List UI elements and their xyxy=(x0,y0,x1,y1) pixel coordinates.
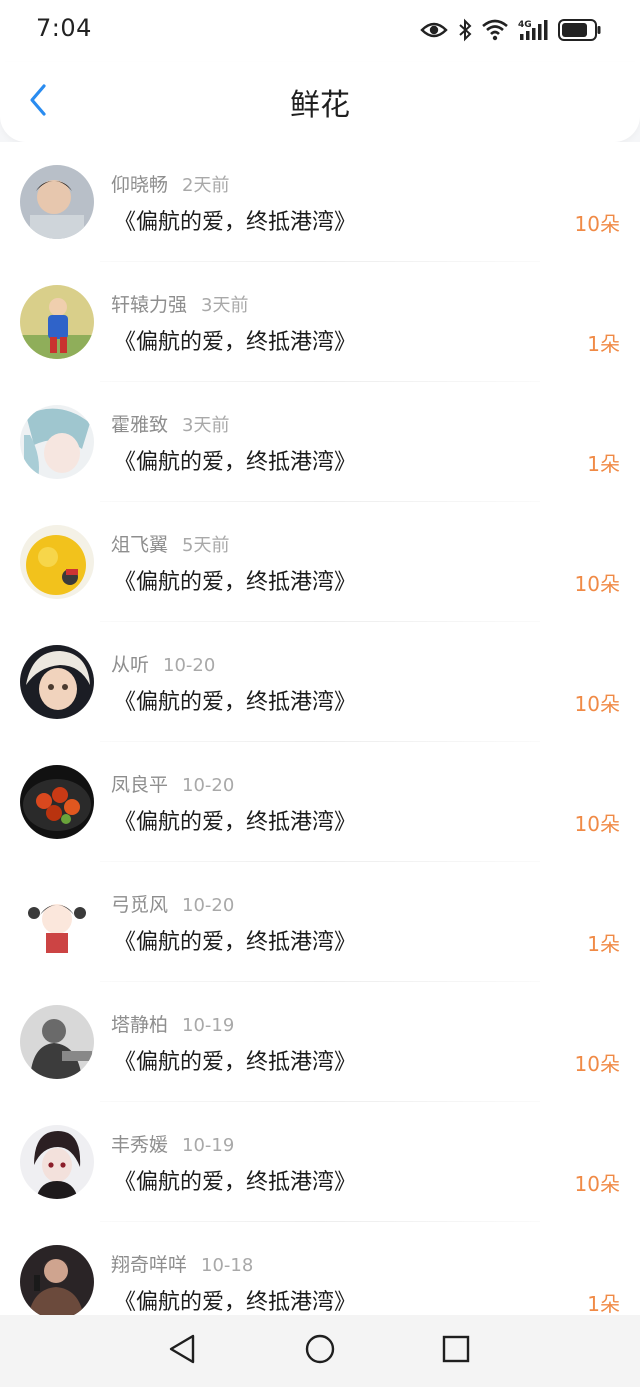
flower-count: 1朵 xyxy=(587,452,620,476)
timestamp: 10-18 xyxy=(201,1255,254,1276)
wifi-icon xyxy=(482,19,508,41)
list-item[interactable]: 塔静柏 10-19 《偏航的爱，终抵港湾》 10朵 xyxy=(0,982,640,1102)
flower-count: 10朵 xyxy=(574,1172,620,1196)
page-title: 鲜花 xyxy=(290,88,350,123)
list-item[interactable]: 凤良平 10-20 《偏航的爱，终抵港湾》 10朵 xyxy=(0,742,640,862)
book-title[interactable]: 《偏航的爱，终抵港湾》 xyxy=(114,684,356,716)
timestamp: 3天前 xyxy=(201,295,249,316)
flower-count: 10朵 xyxy=(574,572,620,596)
user-name: 凤良平 10-20 xyxy=(111,770,234,797)
system-nav-bar xyxy=(0,1315,640,1387)
bluetooth-icon xyxy=(458,18,472,42)
status-bar: 7:04 4G xyxy=(0,0,640,62)
book-title[interactable]: 《偏航的爱，终抵港湾》 xyxy=(114,1284,356,1315)
flower-count: 1朵 xyxy=(587,332,620,356)
timestamp: 10-20 xyxy=(163,655,216,676)
list-item[interactable]: 从听 10-20 《偏航的爱，终抵港湾》 10朵 xyxy=(0,622,640,742)
book-title[interactable]: 《偏航的爱，终抵港湾》 xyxy=(114,1164,356,1196)
user-name: 从听 10-20 xyxy=(111,650,215,677)
avatar[interactable] xyxy=(20,1245,94,1315)
header: 鲜花 xyxy=(0,62,640,142)
book-title[interactable]: 《偏航的爱，终抵港湾》 xyxy=(114,1044,356,1076)
timestamp: 3天前 xyxy=(182,415,230,436)
user-name-text: 凤良平 xyxy=(111,774,169,796)
avatar[interactable] xyxy=(20,165,94,239)
avatar[interactable] xyxy=(20,1125,94,1199)
timestamp: 10-19 xyxy=(182,1015,235,1036)
list-item[interactable]: 霍雅致 3天前 《偏航的爱，终抵港湾》 1朵 xyxy=(0,382,640,502)
avatar[interactable] xyxy=(20,645,94,719)
chevron-left-icon xyxy=(27,83,49,121)
signal-icon: 4G xyxy=(518,18,548,42)
nav-home-button[interactable] xyxy=(302,1333,338,1369)
flower-count: 10朵 xyxy=(574,1052,620,1076)
list-item[interactable]: 俎飞翼 5天前 《偏航的爱，终抵港湾》 10朵 xyxy=(0,502,640,622)
timestamp: 2天前 xyxy=(182,175,230,196)
user-name-text: 丰秀媛 xyxy=(111,1134,169,1156)
user-name: 塔静柏 10-19 xyxy=(111,1010,234,1037)
avatar[interactable] xyxy=(20,765,94,839)
flower-count: 10朵 xyxy=(574,212,620,236)
list-item[interactable]: 轩辕力强 3天前 《偏航的爱，终抵港湾》 1朵 xyxy=(0,262,640,382)
avatar[interactable] xyxy=(20,405,94,479)
book-title[interactable]: 《偏航的爱，终抵港湾》 xyxy=(114,804,356,836)
user-name-text: 从听 xyxy=(111,654,150,676)
book-title[interactable]: 《偏航的爱，终抵港湾》 xyxy=(114,324,356,356)
timestamp: 5天前 xyxy=(182,535,230,556)
user-name: 轩辕力强 3天前 xyxy=(111,290,248,317)
user-name: 霍雅致 3天前 xyxy=(111,410,229,437)
nav-recents-button[interactable] xyxy=(438,1333,474,1369)
user-name-text: 俎飞翼 xyxy=(111,534,169,556)
home-circle-icon xyxy=(304,1333,336,1369)
user-name: 丰秀媛 10-19 xyxy=(111,1130,234,1157)
flower-list: 仰晓畅 2天前 《偏航的爱，终抵港湾》 10朵 轩辕力强 3天前 《偏航的爱，终抵港… xyxy=(0,142,640,1315)
user-name-text: 霍雅致 xyxy=(111,414,169,436)
timestamp: 10-20 xyxy=(182,895,235,916)
user-name: 俎飞翼 5天前 xyxy=(111,530,229,557)
user-name: 仰晓畅 2天前 xyxy=(111,170,229,197)
svg-text:4G: 4G xyxy=(518,20,532,30)
user-name-text: 仰晓畅 xyxy=(111,174,169,196)
eye-icon xyxy=(420,20,448,40)
book-title[interactable]: 《偏航的爱，终抵港湾》 xyxy=(114,924,356,956)
book-title[interactable]: 《偏航的爱，终抵港湾》 xyxy=(114,564,356,596)
user-name-text: 轩辕力强 xyxy=(111,294,188,316)
status-time: 7:04 xyxy=(36,14,92,42)
timestamp: 10-19 xyxy=(182,1135,235,1156)
user-name-text: 弓觅风 xyxy=(111,894,169,916)
book-title[interactable]: 《偏航的爱，终抵港湾》 xyxy=(114,444,356,476)
user-name: 翔奇咩咩 10-18 xyxy=(111,1250,253,1277)
list-item[interactable]: 丰秀媛 10-19 《偏航的爱，终抵港湾》 10朵 xyxy=(0,1102,640,1222)
timestamp: 10-20 xyxy=(182,775,235,796)
flower-count: 10朵 xyxy=(574,812,620,836)
list-item[interactable]: 仰晓畅 2天前 《偏航的爱，终抵港湾》 10朵 xyxy=(0,142,640,262)
status-icons: 4G xyxy=(420,16,602,44)
nav-back-button[interactable] xyxy=(164,1333,200,1369)
back-triangle-icon xyxy=(167,1333,197,1369)
recents-square-icon xyxy=(441,1334,471,1368)
avatar[interactable] xyxy=(20,885,94,959)
flower-count: 1朵 xyxy=(587,932,620,956)
avatar[interactable] xyxy=(20,285,94,359)
flower-count: 10朵 xyxy=(574,692,620,716)
back-button[interactable] xyxy=(18,82,58,122)
book-title[interactable]: 《偏航的爱，终抵港湾》 xyxy=(114,204,356,236)
list-item[interactable]: 弓觅风 10-20 《偏航的爱，终抵港湾》 1朵 xyxy=(0,862,640,982)
flower-count: 1朵 xyxy=(587,1292,620,1315)
avatar[interactable] xyxy=(20,525,94,599)
avatar[interactable] xyxy=(20,1005,94,1079)
user-name: 弓觅风 10-20 xyxy=(111,890,234,917)
battery-icon xyxy=(558,19,602,41)
user-name-text: 翔奇咩咩 xyxy=(111,1254,188,1276)
list-item[interactable]: 翔奇咩咩 10-18 《偏航的爱，终抵港湾》 1朵 xyxy=(0,1222,640,1315)
user-name-text: 塔静柏 xyxy=(111,1014,169,1036)
